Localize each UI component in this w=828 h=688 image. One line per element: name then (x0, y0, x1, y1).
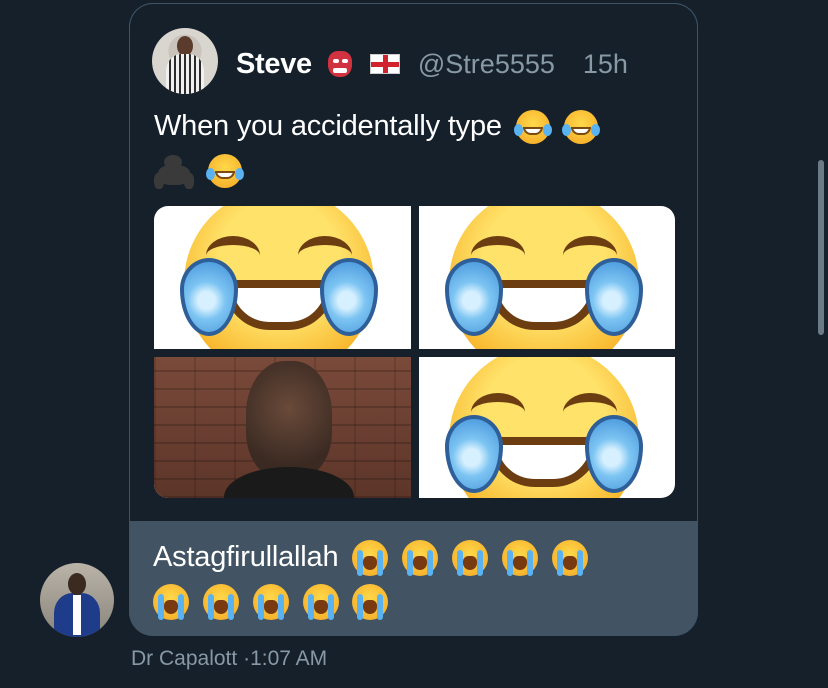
message-time: 1:07 AM (250, 647, 328, 670)
england-flag-icon (369, 54, 400, 74)
quoted-tweet-text-body: When you accidentally type (154, 110, 502, 142)
quoted-tweet-text: When you accidentally type (154, 104, 674, 192)
quoted-tweet-handle[interactable]: @Stre5555 (418, 49, 555, 80)
crying-icon (501, 540, 538, 577)
message-text: Astagfirullallah (153, 535, 673, 623)
crying-icon (202, 584, 239, 621)
crying-icon (252, 584, 289, 621)
message-text-body: Astagfirullallah (153, 541, 339, 573)
sender-avatar[interactable] (40, 563, 114, 637)
crying-icon (551, 540, 588, 577)
crying-icon (352, 584, 389, 621)
media-image-3-photo[interactable] (154, 357, 411, 498)
message-bubble[interactable]: Steve @Stre5555 15h When you accidentall… (129, 3, 698, 636)
crying-icon (153, 584, 189, 621)
quoted-tweet-header: Steve @Stre5555 15h (236, 44, 628, 84)
gorilla-icon (154, 153, 194, 190)
quoted-tweet-author-name[interactable]: Steve (236, 48, 312, 81)
laughing-tears-icon (205, 154, 242, 189)
sender-name[interactable]: Dr Capalott (131, 647, 237, 670)
quoted-tweet-avatar[interactable] (152, 28, 218, 94)
quoted-tweet-timestamp[interactable]: 15h (583, 49, 628, 80)
ogre-emoji-icon (326, 47, 356, 81)
laughing-tears-icon (513, 110, 550, 145)
laughing-tears-icon (561, 110, 598, 145)
quoted-tweet-media-grid (154, 206, 675, 498)
message-meta: Dr Capalott ·1:07 AM (131, 647, 327, 671)
quoted-tweet[interactable]: Steve @Stre5555 15h When you accidentall… (129, 3, 698, 521)
media-image-2[interactable] (419, 206, 675, 349)
media-image-4[interactable] (419, 357, 675, 498)
scrollbar[interactable] (818, 160, 824, 335)
crying-icon (352, 540, 389, 577)
media-image-1[interactable] (154, 206, 411, 349)
crying-icon (302, 584, 339, 621)
crying-icon (402, 540, 439, 577)
meta-separator: · (243, 647, 251, 670)
crying-icon (451, 540, 488, 577)
